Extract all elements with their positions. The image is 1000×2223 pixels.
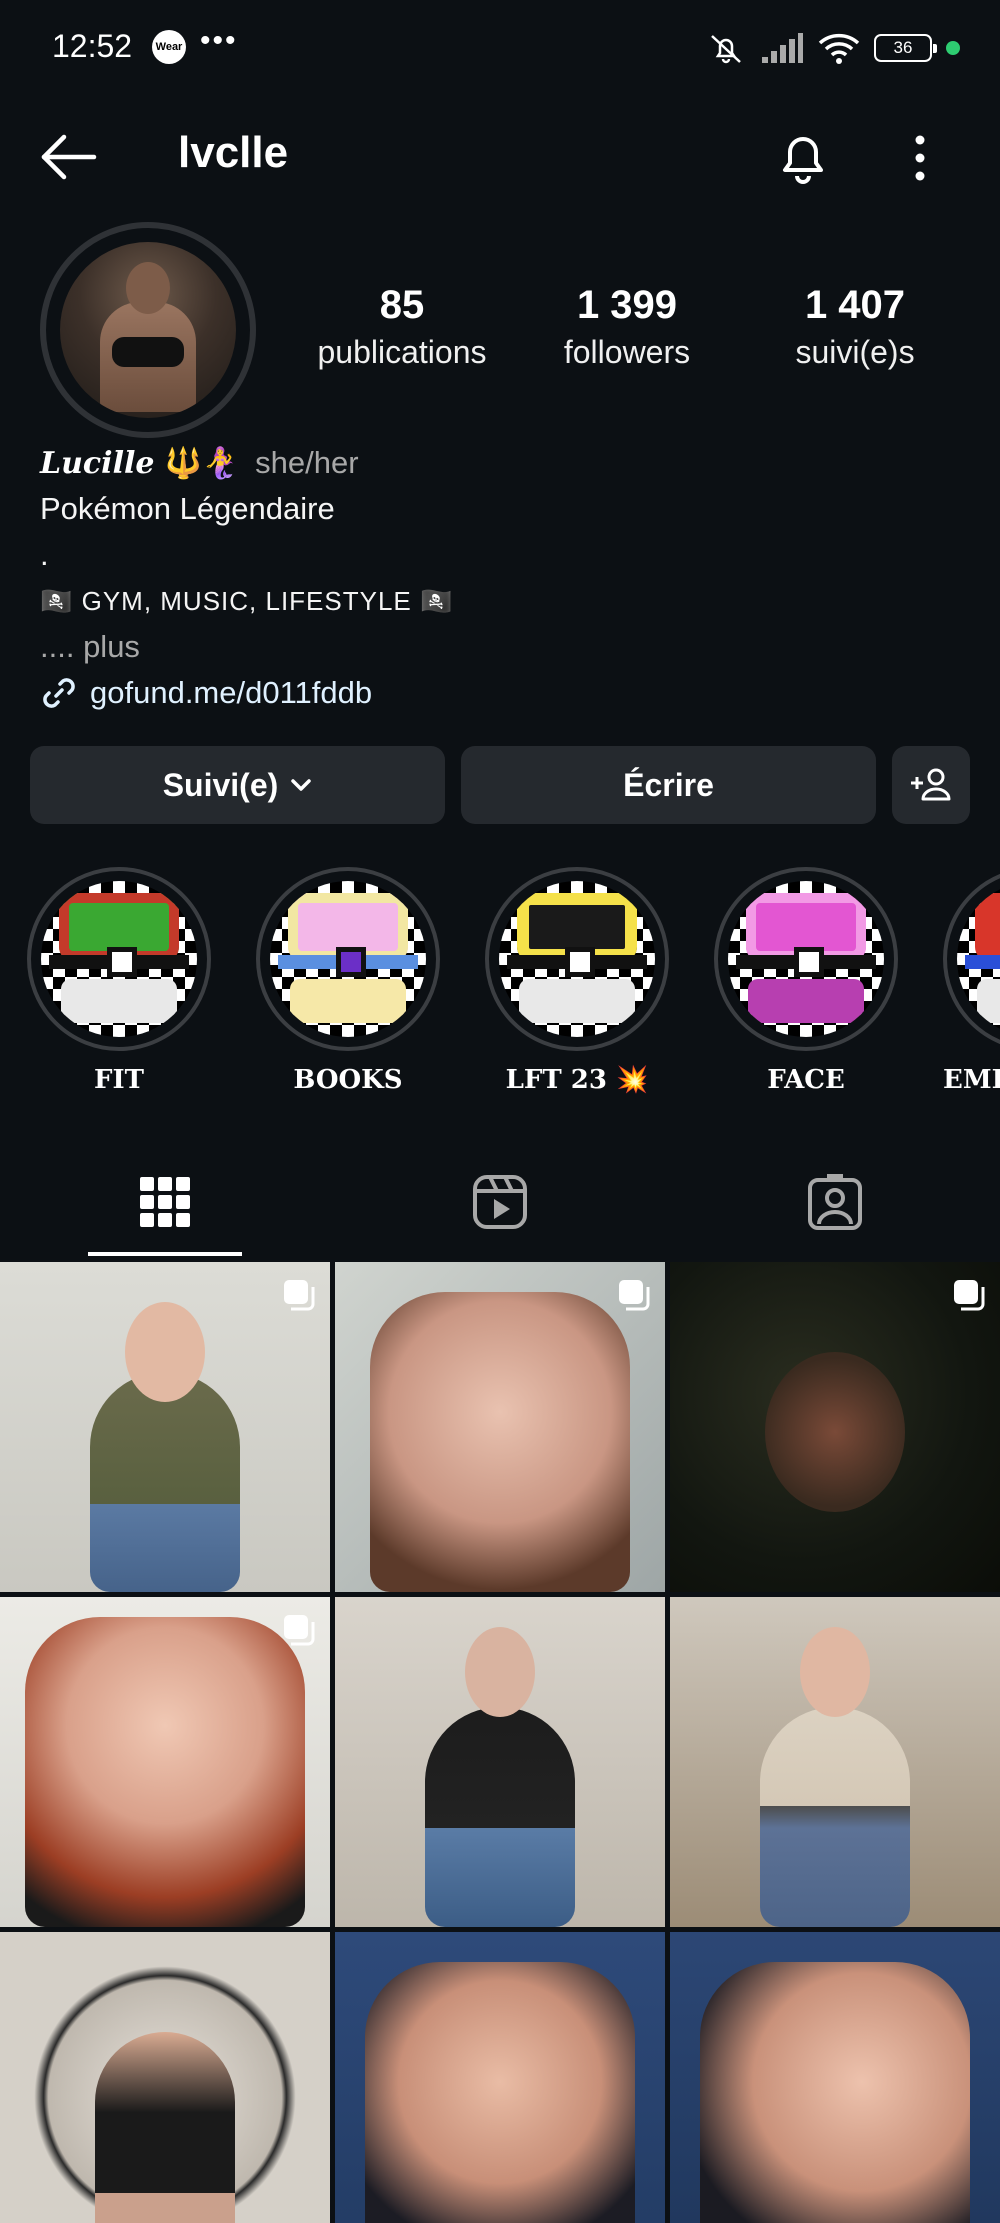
wifi-icon: [818, 33, 860, 64]
bio-link-row[interactable]: gofund.me/d011fddb: [40, 670, 960, 716]
highlight-lft23[interactable]: LFT 23 💥: [485, 867, 669, 1095]
highlight-emf[interactable]: EMF: [943, 867, 1000, 1095]
highlight-label: FACE: [767, 1065, 845, 1095]
bio-line-1: Pokémon Légendaire: [40, 491, 335, 526]
post-tile[interactable]: [0, 1597, 330, 1927]
battery-icon: 36: [874, 34, 937, 62]
wear-icon: Wear: [152, 30, 186, 64]
chevron-down-icon: [291, 779, 312, 791]
bio-line-2: .: [40, 537, 49, 572]
highlight-label: BOOKS: [293, 1065, 403, 1095]
bio-name-emojis: 🔱🧜‍♀️: [164, 446, 240, 480]
add-person-icon: [911, 768, 951, 801]
carousel-icon: [284, 1615, 315, 1646]
grid-icon[interactable]: [135, 1172, 195, 1232]
reels-icon[interactable]: [470, 1172, 530, 1232]
post-tile[interactable]: [335, 1932, 665, 2223]
highlight-ring: [256, 867, 440, 1051]
highlight-face[interactable]: FACE: [714, 867, 898, 1095]
following-button[interactable]: Suivi(e): [30, 746, 445, 824]
post-tile[interactable]: [335, 1597, 665, 1927]
following-count: 1 407: [804, 283, 906, 327]
stat-following[interactable]: 1 407 suivi(e)s: [755, 283, 955, 371]
following-label: suivi(e)s: [795, 334, 915, 370]
signal-icon: [762, 33, 803, 63]
status-dot: [946, 41, 960, 55]
posts-count: 85: [379, 283, 425, 327]
status-more-icon: •••: [200, 24, 238, 57]
posts-label: publications: [317, 334, 487, 370]
suggested-users-button[interactable]: [892, 746, 970, 824]
pokeball-icon: [41, 881, 197, 1037]
carousel-icon: [284, 1280, 315, 1311]
status-bar: 12:52 Wear ••• 36: [0, 0, 1000, 100]
profile-username: lvclle: [178, 128, 289, 177]
pokeball-icon: [728, 881, 884, 1037]
message-button[interactable]: Écrire: [461, 746, 876, 824]
pokeball-icon: [499, 881, 655, 1037]
more-vert-icon[interactable]: [905, 130, 935, 186]
post-tile[interactable]: [335, 1262, 665, 1592]
bio-pronouns: she/her: [255, 445, 359, 480]
highlight-label: EMF: [943, 1065, 1000, 1095]
bio-line-3: 🏴‍☠️ GYM, MUSIC, LIFESTYLE 🏴‍☠️: [40, 586, 454, 616]
bio-display-name: Lucille: [40, 445, 155, 481]
status-icons: 36: [706, 28, 960, 68]
following-button-label: Suivi(e): [162, 766, 279, 803]
stat-posts[interactable]: 85 publications: [302, 283, 502, 371]
highlight-label: LFT 23 💥: [505, 1065, 649, 1095]
status-time: 12:52: [52, 28, 133, 64]
avatar-image: [60, 242, 236, 418]
tagged-icon[interactable]: [805, 1172, 865, 1232]
highlight-fit[interactable]: FIT: [27, 867, 211, 1095]
link-icon: [43, 678, 75, 708]
post-tile[interactable]: [0, 1932, 330, 2223]
stat-followers[interactable]: 1 399 followers: [527, 283, 727, 371]
followers-count: 1 399: [576, 283, 678, 327]
profile-header: lvclle: [0, 110, 1000, 200]
post-tile[interactable]: [670, 1597, 1000, 1927]
profile-tabs: [0, 1150, 1000, 1260]
back-arrow-icon[interactable]: [38, 132, 98, 182]
post-tile[interactable]: [670, 1932, 1000, 2223]
carousel-icon: [954, 1280, 985, 1311]
highlight-ring: [714, 867, 898, 1051]
posts-grid: [0, 1262, 1000, 2223]
bio-name-row: Lucille 🔱🧜‍♀️ she/her: [40, 440, 960, 486]
bell-icon[interactable]: [775, 128, 831, 186]
pokeball-icon: [957, 881, 1000, 1037]
active-tab-indicator: [88, 1252, 242, 1256]
bio-external-link[interactable]: gofund.me/d011fddb: [90, 675, 372, 711]
post-tile[interactable]: [0, 1262, 330, 1592]
bio-more-link[interactable]: .... plus: [40, 624, 960, 670]
highlight-label: FIT: [94, 1065, 144, 1095]
highlight-ring: [27, 867, 211, 1051]
post-tile[interactable]: [670, 1262, 1000, 1592]
profile-avatar[interactable]: [40, 222, 256, 438]
highlight-books[interactable]: BOOKS: [256, 867, 440, 1095]
highlight-ring: [485, 867, 669, 1051]
profile-bio: Lucille 🔱🧜‍♀️ she/her Pokémon Légendaire…: [40, 440, 960, 716]
followers-label: followers: [563, 334, 691, 370]
highlight-ring: [943, 867, 1000, 1051]
mute-icon: [711, 35, 741, 64]
pokeball-icon: [270, 881, 426, 1037]
carousel-icon: [619, 1280, 650, 1311]
message-button-label: Écrire: [623, 766, 714, 803]
